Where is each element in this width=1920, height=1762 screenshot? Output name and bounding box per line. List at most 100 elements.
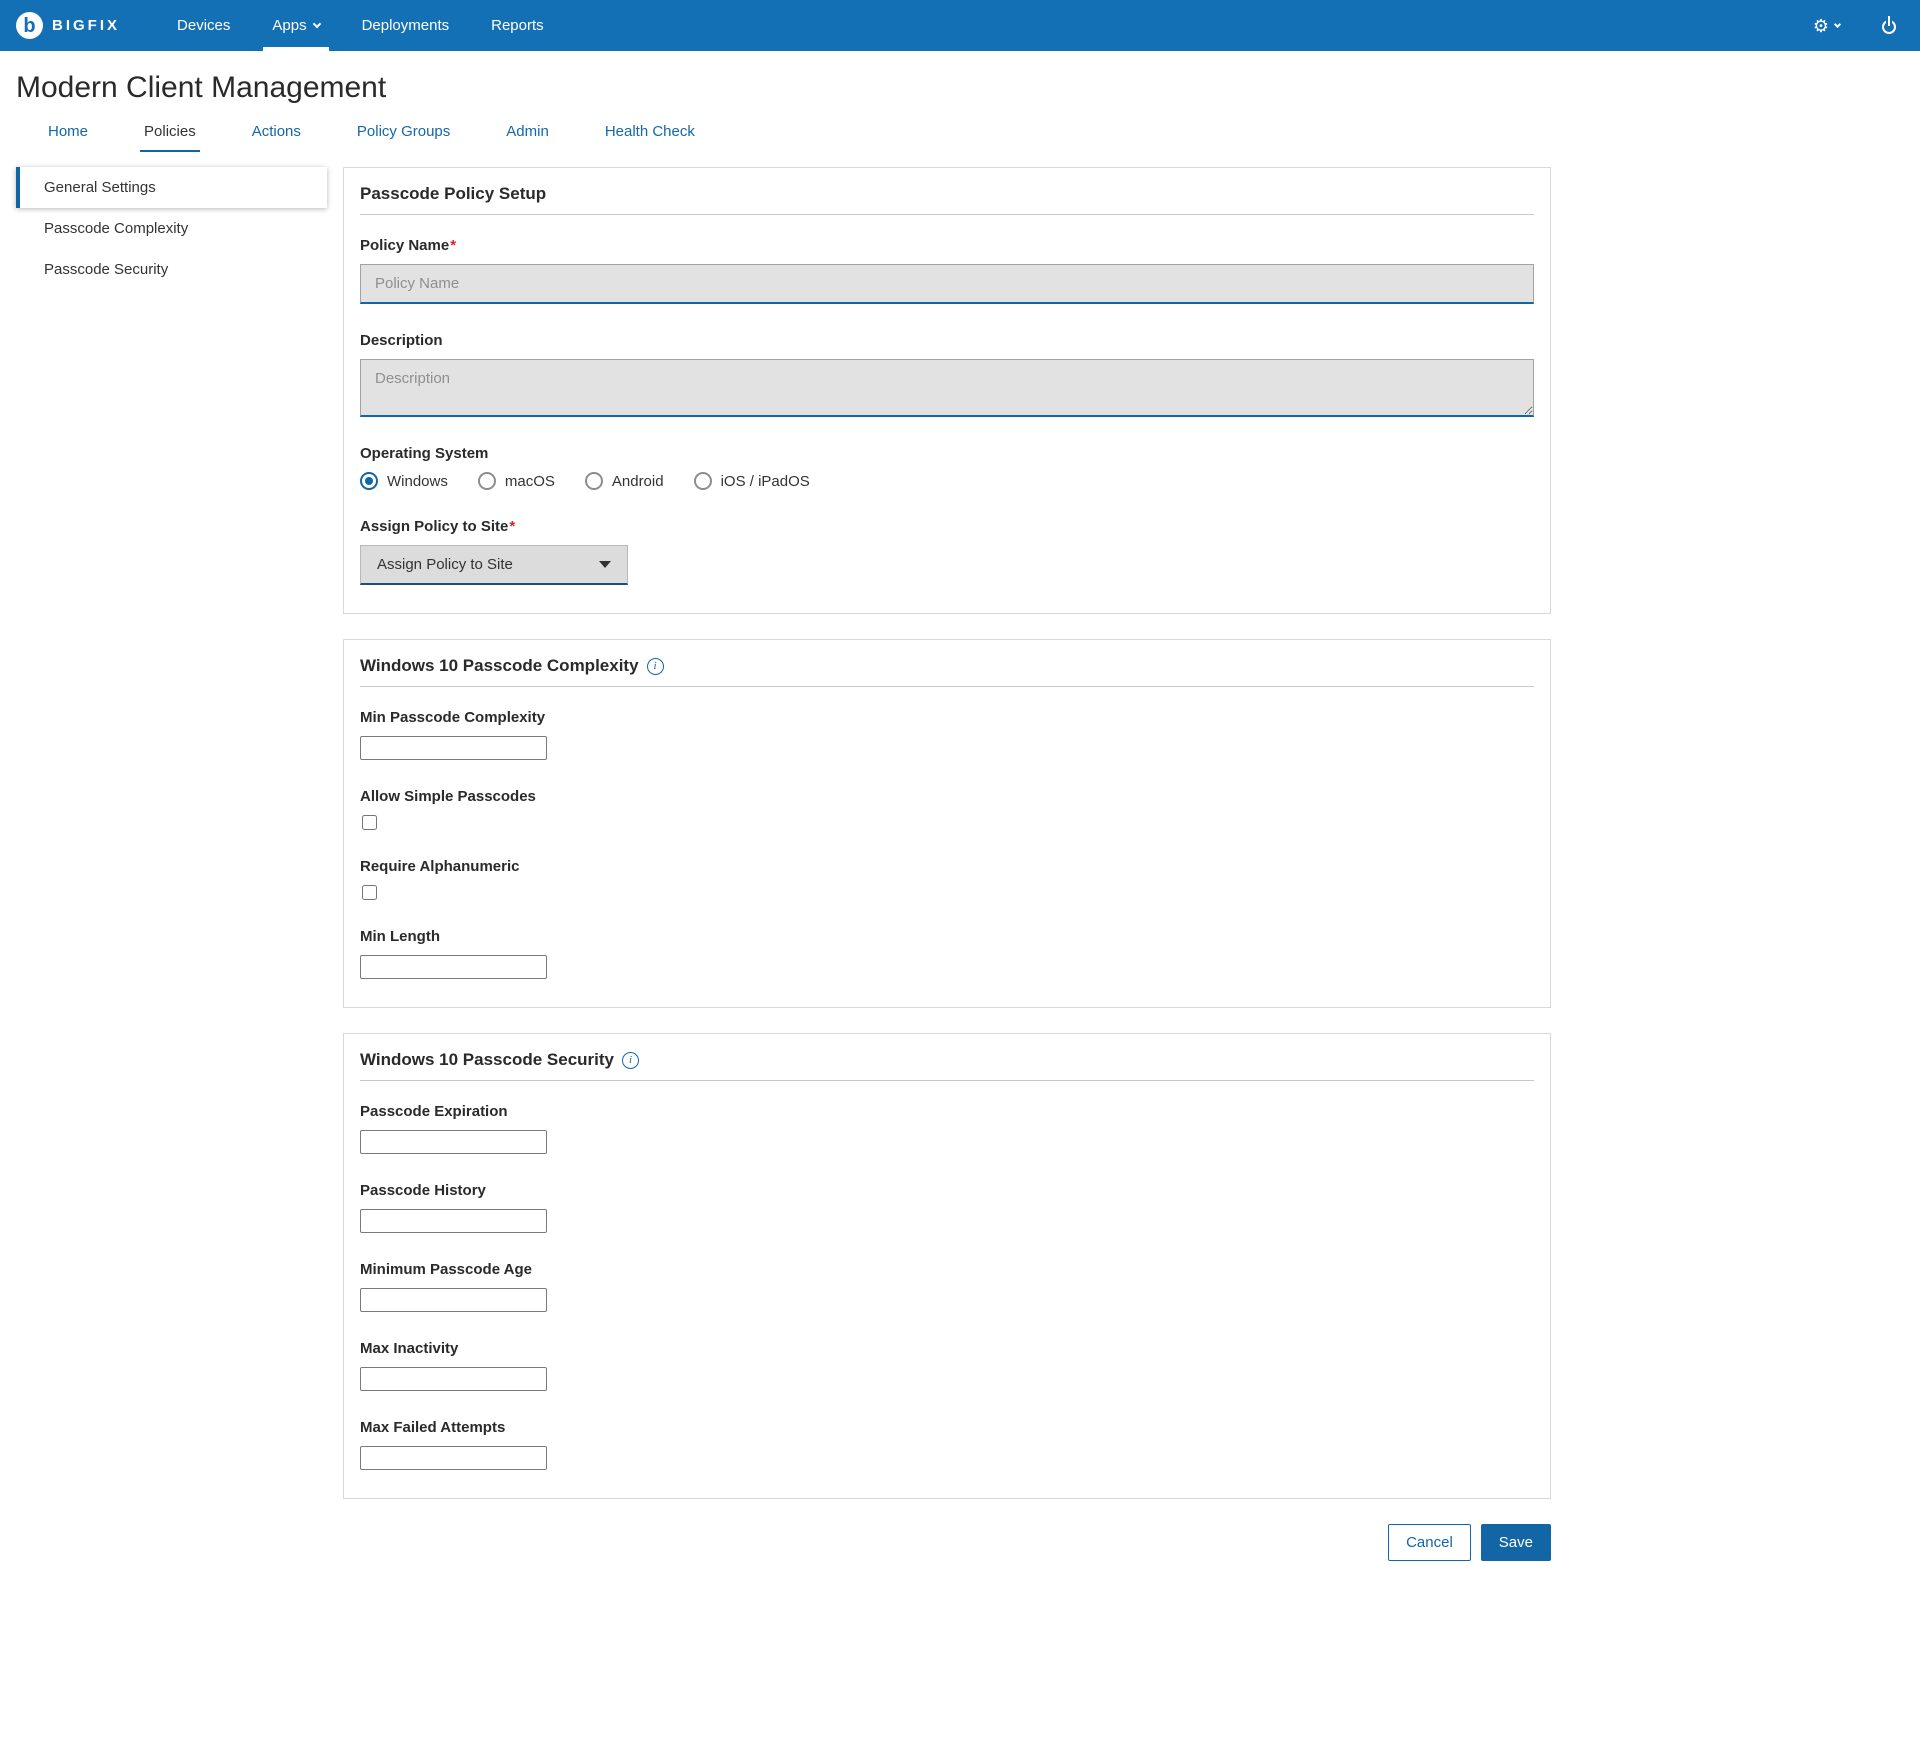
info-icon[interactable]: i xyxy=(622,1052,639,1069)
os-radio-android[interactable]: Android xyxy=(585,472,664,490)
max-inactivity-input[interactable] xyxy=(360,1367,547,1391)
caret-down-icon xyxy=(599,561,611,568)
section-title-text: Windows 10 Passcode Security xyxy=(360,1050,614,1070)
passcode-history-label: Passcode History xyxy=(360,1182,1534,1199)
os-radio-ios-ipados[interactable]: iOS / iPadOS xyxy=(694,472,810,490)
field-group-max-inactivity: Max Inactivity xyxy=(360,1340,1534,1391)
field-group-require-alphanumeric: Require Alphanumeric xyxy=(360,858,1534,900)
divider xyxy=(360,214,1534,215)
section-title-text: Windows 10 Passcode Complexity xyxy=(360,656,639,676)
os-options: Windows macOS Android iOS / iPadOS xyxy=(360,472,1534,490)
divider xyxy=(360,1080,1534,1081)
radio-icon xyxy=(585,472,603,490)
nav-item-reports[interactable]: Reports xyxy=(470,0,565,51)
tab-bar: Home Policies Actions Policy Groups Admin Hea… xyxy=(0,113,1920,152)
tab-home[interactable]: Home xyxy=(44,113,92,152)
max-inactivity-label: Max Inactivity xyxy=(360,1340,1534,1357)
require-alphanumeric-checkbox[interactable] xyxy=(362,885,377,900)
radio-icon xyxy=(360,472,378,490)
tab-actions[interactable]: Actions xyxy=(248,113,305,152)
nav-item-devices[interactable]: Devices xyxy=(156,0,251,51)
top-bar: b BIGFIX Devices Apps Deployments Reports ⚙ xyxy=(0,0,1920,51)
footer-actions: Cancel Save xyxy=(343,1524,1551,1561)
policy-name-label: Policy Name* xyxy=(360,237,1534,254)
assign-policy-site-label: Assign Policy to Site* xyxy=(360,518,1534,535)
chevron-down-icon xyxy=(1834,21,1841,28)
nav-item-label: Deployments xyxy=(362,17,450,34)
header-nav: Devices Apps Deployments Reports xyxy=(156,0,565,51)
sidebar-item-passcode-security[interactable]: Passcode Security xyxy=(16,249,327,290)
nav-item-label: Reports xyxy=(491,17,544,34)
sidebar-item-passcode-complexity[interactable]: Passcode Complexity xyxy=(16,208,327,249)
nav-item-label: Apps xyxy=(272,17,306,34)
field-group-passcode-history: Passcode History xyxy=(360,1182,1534,1233)
field-group-min-length: Min Length xyxy=(360,928,1534,979)
passcode-expiration-input[interactable] xyxy=(360,1130,547,1154)
description-field-group: Description xyxy=(360,332,1534,417)
section-title-text: Passcode Policy Setup xyxy=(360,184,546,204)
radio-label: Android xyxy=(612,473,664,490)
sidebar-item-general-settings[interactable]: General Settings xyxy=(16,167,327,208)
max-failed-attempts-label: Max Failed Attempts xyxy=(360,1419,1534,1436)
cancel-button[interactable]: Cancel xyxy=(1388,1524,1471,1561)
content-area: General SettingsPasscode ComplexityPassc… xyxy=(0,167,1920,1601)
passcode-complexity-section: Windows 10 Passcode Complexity i Min Pas… xyxy=(343,639,1551,1008)
description-label: Description xyxy=(360,332,1534,349)
assign-policy-site-select[interactable]: Assign Policy to Site xyxy=(360,545,628,585)
gear-icon[interactable]: ⚙ xyxy=(1813,17,1840,35)
assign-policy-site-label-text: Assign Policy to Site xyxy=(360,518,508,535)
brand[interactable]: b BIGFIX xyxy=(16,0,120,51)
tab-policies[interactable]: Policies xyxy=(140,113,200,152)
os-radio-windows[interactable]: Windows xyxy=(360,472,448,490)
nav-item-apps[interactable]: Apps xyxy=(251,0,340,51)
tab-policy-groups[interactable]: Policy Groups xyxy=(353,113,454,152)
main-column: Passcode Policy Setup Policy Name* Descr… xyxy=(343,167,1551,1601)
tab-admin[interactable]: Admin xyxy=(502,113,553,152)
os-radio-macos[interactable]: macOS xyxy=(478,472,555,490)
operating-system-field-group: Operating System Windows macOS Android iOS … xyxy=(360,445,1534,490)
minimum-passcode-age-label: Minimum Passcode Age xyxy=(360,1261,1534,1278)
min-passcode-complexity-input[interactable] xyxy=(360,736,547,760)
nav-item-deployments[interactable]: Deployments xyxy=(341,0,471,51)
passcode-security-section: Windows 10 Passcode Security i Passcode … xyxy=(343,1033,1551,1499)
radio-label: iOS / iPadOS xyxy=(721,473,810,490)
bigfix-logo-icon: b xyxy=(16,12,43,39)
field-group-max-failed-attempts: Max Failed Attempts xyxy=(360,1419,1534,1470)
radio-label: macOS xyxy=(505,473,555,490)
min-length-input[interactable] xyxy=(360,955,547,979)
operating-system-label: Operating System xyxy=(360,445,1534,462)
field-group-allow-simple-passcodes: Allow Simple Passcodes xyxy=(360,788,1534,830)
section-title-complexity: Windows 10 Passcode Complexity i xyxy=(360,656,1534,676)
min-length-label: Min Length xyxy=(360,928,1534,945)
power-icon[interactable] xyxy=(1882,20,1896,34)
allow-simple-passcodes-label: Allow Simple Passcodes xyxy=(360,788,1534,805)
logo-letter: b xyxy=(23,16,35,36)
brand-name: BIGFIX xyxy=(52,17,120,34)
tab-health-check[interactable]: Health Check xyxy=(601,113,699,152)
radio-icon xyxy=(694,472,712,490)
save-button[interactable]: Save xyxy=(1481,1524,1551,1561)
require-alphanumeric-label: Require Alphanumeric xyxy=(360,858,1534,875)
gear-glyph: ⚙ xyxy=(1813,17,1829,35)
max-failed-attempts-input[interactable] xyxy=(360,1446,547,1470)
passcode-expiration-label: Passcode Expiration xyxy=(360,1103,1534,1120)
security-fields: Passcode Expiration Passcode History Minim… xyxy=(360,1103,1534,1470)
page-title: Modern Client Management xyxy=(16,71,1904,105)
passcode-history-input[interactable] xyxy=(360,1209,547,1233)
description-textarea[interactable] xyxy=(360,359,1534,417)
policy-name-field-group: Policy Name* xyxy=(360,237,1534,304)
required-asterisk: * xyxy=(509,518,515,535)
nav-item-label: Devices xyxy=(177,17,230,34)
required-asterisk: * xyxy=(450,237,456,254)
info-icon[interactable]: i xyxy=(647,658,664,675)
divider xyxy=(360,686,1534,687)
policy-name-input[interactable] xyxy=(360,264,1534,304)
min-passcode-complexity-label: Min Passcode Complexity xyxy=(360,709,1534,726)
field-group-passcode-expiration: Passcode Expiration xyxy=(360,1103,1534,1154)
section-title-security: Windows 10 Passcode Security i xyxy=(360,1050,1534,1070)
sidebar: General SettingsPasscode ComplexityPassc… xyxy=(16,167,327,290)
minimum-passcode-age-input[interactable] xyxy=(360,1288,547,1312)
field-group-min-passcode-complexity: Min Passcode Complexity xyxy=(360,709,1534,760)
complexity-fields: Min Passcode Complexity Allow Simple Pass… xyxy=(360,709,1534,979)
allow-simple-passcodes-checkbox[interactable] xyxy=(362,815,377,830)
